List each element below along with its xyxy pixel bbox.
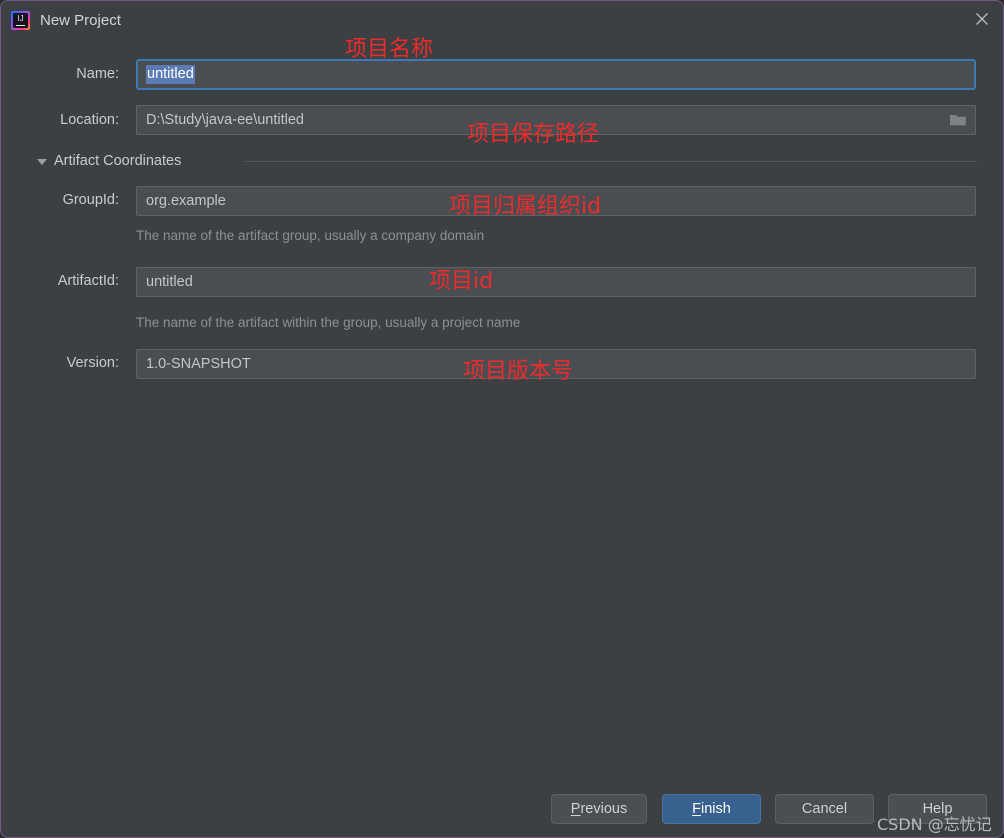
previous-button-label: Previous [570, 801, 628, 817]
artifactid-hint: The name of the artifact within the grou… [136, 315, 521, 330]
artifactid-label: ArtifactId: [57, 273, 119, 289]
new-project-dialog: New Project Name: untitled Location: D:\… [0, 0, 1004, 838]
annotation-project-group-id: 项目归属组织id [449, 194, 602, 219]
window-title: New Project [40, 12, 121, 29]
annotation-project-name: 项目名称 [345, 37, 434, 62]
cancel-button-label: Cancel [801, 801, 848, 817]
finish-button[interactable]: Finish [662, 794, 761, 824]
finish-button-label: Finish [692, 801, 731, 817]
artifactid-input-value: untitled [146, 274, 193, 290]
artifactid-input[interactable]: untitled [136, 267, 976, 297]
previous-button[interactable]: Previous [551, 794, 647, 824]
name-input-value: untitled [146, 65, 195, 84]
location-label: Location: [60, 112, 119, 128]
name-input[interactable]: untitled [136, 59, 976, 90]
groupid-hint: The name of the artifact group, usually … [136, 228, 485, 243]
name-label: Name: [76, 66, 119, 82]
dialog-titlebar: New Project [1, 1, 1003, 41]
version-label: Version: [66, 355, 119, 371]
close-icon [976, 13, 988, 25]
section-divider [245, 161, 977, 162]
annotation-project-artifact-id: 项目id [429, 269, 494, 294]
csdn-watermark: CSDN @忘忧记 [877, 815, 992, 834]
folder-icon[interactable] [949, 112, 967, 128]
version-input-value: 1.0-SNAPSHOT [146, 356, 251, 372]
close-button[interactable] [959, 1, 1003, 35]
groupid-label: GroupId: [62, 192, 119, 208]
annotation-project-save-path: 项目保存路径 [467, 122, 600, 147]
triangle-down-icon [37, 159, 47, 165]
artifact-coordinates-label: Artifact Coordinates [54, 153, 182, 169]
artifact-coordinates-section-toggle[interactable]: Artifact Coordinates [37, 153, 977, 171]
groupid-input-value: org.example [146, 193, 226, 209]
location-input-value: D:\Study\java-ee\untitled [146, 112, 304, 128]
cancel-button[interactable]: Cancel [775, 794, 874, 824]
annotation-project-version: 项目版本号 [463, 359, 574, 384]
intellij-idea-icon [11, 11, 30, 30]
